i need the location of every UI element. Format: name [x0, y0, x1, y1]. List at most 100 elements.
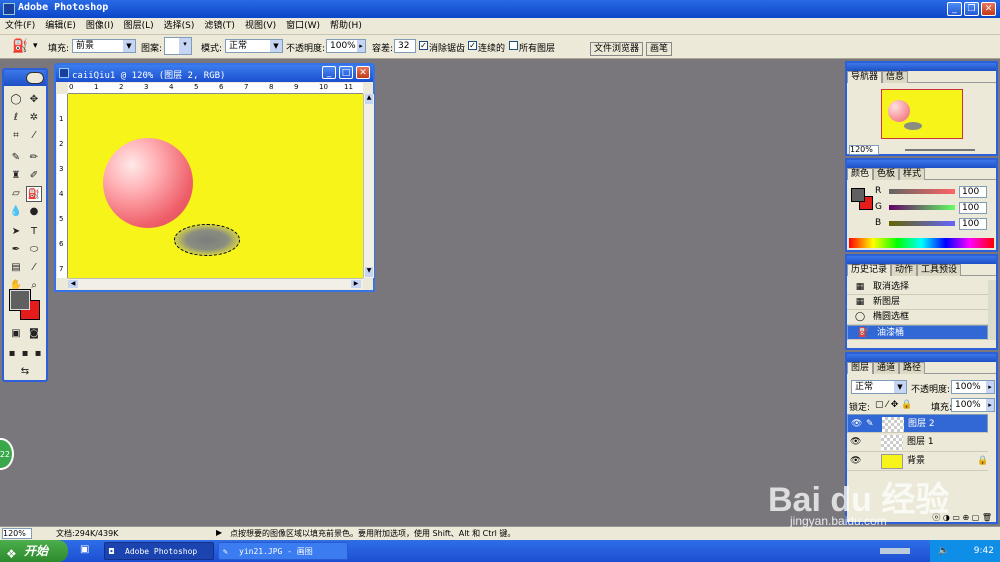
red-channel-slider[interactable]: [889, 189, 955, 194]
horizontal-scrollbar[interactable]: ◀ ▶: [68, 278, 363, 289]
eraser-tool-icon[interactable]: ▱: [8, 186, 24, 202]
dodge-tool-icon[interactable]: ●: [26, 204, 42, 220]
brush-tool-icon[interactable]: ✏: [26, 150, 42, 166]
layer-row[interactable]: 👁 图层 1: [847, 433, 988, 452]
jump-to-imageready-icon[interactable]: ⇆: [8, 364, 42, 380]
document-title-bar[interactable]: caiiQiu1 @ 120% (图层 2, RGB) _ □ ✕: [56, 65, 373, 82]
green-channel-slider[interactable]: [889, 205, 955, 210]
standard-mode-icon[interactable]: ▣: [8, 326, 24, 342]
scroll-down-icon[interactable]: ▼: [365, 267, 373, 277]
doc-minimize-button[interactable]: _: [322, 66, 336, 79]
scroll-left-icon[interactable]: ◀: [68, 280, 78, 288]
all-layers-checkbox[interactable]: [509, 41, 518, 50]
tab-info[interactable]: 信息: [882, 71, 909, 83]
tolerance-field[interactable]: 32: [394, 39, 416, 53]
doc-size[interactable]: 文档:294K/439K: [56, 528, 118, 539]
marquee-tool-icon[interactable]: ◯: [8, 92, 24, 108]
tab-styles[interactable]: 样式: [899, 168, 926, 180]
palette-header[interactable]: [847, 354, 996, 362]
lock-icons[interactable]: ▢ ⁄ ✥ 🔒: [875, 400, 912, 410]
pattern-picker[interactable]: ▾: [164, 37, 192, 55]
notes-tool-icon[interactable]: ▤: [8, 260, 24, 276]
image-canvas[interactable]: [68, 94, 363, 278]
palette-header[interactable]: [847, 160, 996, 168]
task-paint[interactable]: ✎ yin21.JPG - 画图: [218, 542, 348, 560]
blur-tool-icon[interactable]: 💧: [8, 204, 24, 220]
color-foreground-swatch[interactable]: [851, 188, 865, 202]
tab-swatches[interactable]: 色板: [873, 168, 900, 180]
close-button[interactable]: ✕: [981, 2, 996, 16]
history-item[interactable]: ▦ 取消选择: [847, 280, 988, 295]
eye-visibility-icon[interactable]: 👁: [850, 433, 861, 452]
quick-mask-mode-icon[interactable]: ◙: [26, 326, 42, 342]
tab-color[interactable]: 颜色: [847, 168, 874, 180]
menu-select[interactable]: 选择(S): [159, 18, 200, 34]
eye-logo-icon[interactable]: [26, 72, 44, 84]
layer-name[interactable]: 图层 2: [908, 415, 935, 434]
restore-button[interactable]: ❐: [964, 2, 979, 16]
color-spectrum-bar[interactable]: [849, 238, 994, 248]
menu-layer[interactable]: 图层(L): [119, 18, 159, 34]
minimize-button[interactable]: _: [947, 2, 962, 16]
menu-window[interactable]: 窗口(W): [281, 18, 325, 34]
eyedropper-tool-icon[interactable]: ⁄: [26, 260, 42, 276]
tab-tool-presets[interactable]: 工具预设: [917, 264, 962, 276]
doc-close-button[interactable]: ✕: [356, 66, 370, 79]
menu-view[interactable]: 视图(V): [240, 18, 281, 34]
foreground-color-swatch-front[interactable]: [10, 290, 30, 310]
shape-tool-icon[interactable]: ⬭: [26, 242, 42, 258]
layer-row[interactable]: 👁 背景 🔒: [847, 452, 988, 471]
history-item[interactable]: ◯ 椭圆选框: [847, 310, 988, 325]
slice-tool-icon[interactable]: ⁄: [26, 128, 42, 144]
layer-fill-field[interactable]: 100% ▸: [951, 398, 995, 412]
tab-navigator[interactable]: 导航器: [847, 71, 883, 83]
tab-layers[interactable]: 图层: [847, 362, 874, 374]
crop-tool-icon[interactable]: ⌗: [8, 128, 24, 144]
move-tool-icon[interactable]: ✥: [26, 92, 42, 108]
navigator-zoom-slider[interactable]: [905, 149, 975, 151]
blue-channel-field[interactable]: 100: [959, 218, 987, 230]
navigator-thumbnail[interactable]: [881, 89, 963, 139]
start-button[interactable]: ❖ 开始: [0, 540, 68, 562]
paint-bucket-tool-icon[interactable]: ⛽: [26, 186, 42, 202]
lasso-tool-icon[interactable]: ℓ: [8, 110, 24, 126]
task-photoshop[interactable]: ◘ Adobe Photoshop: [104, 542, 214, 560]
menu-edit[interactable]: 编辑(E): [40, 18, 81, 34]
history-brush-tool-icon[interactable]: ✐: [26, 168, 42, 184]
antialias-checkbox[interactable]: ✓: [419, 41, 428, 50]
blend-mode-select[interactable]: 正常 ▼: [851, 380, 907, 394]
screen-mode-full-icon[interactable]: ▪: [32, 346, 44, 362]
layer-name[interactable]: 背景: [907, 452, 925, 471]
red-channel-field[interactable]: 100: [959, 186, 987, 198]
layer-row-selected[interactable]: 👁 ✎ 图层 2: [847, 414, 988, 433]
opacity-field[interactable]: 100% ▸: [326, 39, 366, 53]
status-zoom-field[interactable]: 120%: [2, 528, 32, 539]
scroll-up-icon[interactable]: ▲: [365, 94, 373, 104]
eye-visibility-icon[interactable]: 👁: [850, 452, 861, 471]
contiguous-checkbox[interactable]: ✓: [468, 41, 477, 50]
history-item[interactable]: ▦ 新图层: [847, 295, 988, 310]
blue-channel-slider[interactable]: [889, 221, 955, 226]
layer-name[interactable]: 图层 1: [907, 433, 934, 452]
palette-header[interactable]: [847, 256, 996, 264]
magic-wand-tool-icon[interactable]: ✲: [26, 110, 42, 126]
palette-header[interactable]: [847, 63, 996, 71]
menu-filter[interactable]: 滤镜(T): [199, 18, 240, 34]
menu-file[interactable]: 文件(F): [0, 18, 40, 34]
toolbox-header[interactable]: [4, 70, 46, 86]
menu-help[interactable]: 帮助(H): [325, 18, 367, 34]
volume-icon[interactable]: 🔈: [938, 540, 949, 562]
history-item-selected[interactable]: ⛽ 油漆桶: [847, 325, 988, 340]
mode-select[interactable]: 正常 ▼: [225, 39, 283, 53]
tray-indicator[interactable]: [880, 548, 910, 554]
eye-visibility-icon[interactable]: 👁: [851, 415, 862, 434]
doc-maximize-button[interactable]: □: [339, 66, 353, 79]
tab-paths[interactable]: 路径: [899, 362, 926, 374]
side-badge[interactable]: 22: [0, 438, 14, 470]
tool-preset-dropdown-icon[interactable]: ▾: [33, 41, 38, 51]
tab-history[interactable]: 历史记录: [847, 264, 892, 276]
tab-channels[interactable]: 通道: [873, 362, 900, 374]
vertical-scrollbar[interactable]: ▲ ▼: [363, 94, 374, 278]
green-channel-field[interactable]: 100: [959, 202, 987, 214]
fill-select[interactable]: 前景 ▼: [72, 39, 136, 53]
